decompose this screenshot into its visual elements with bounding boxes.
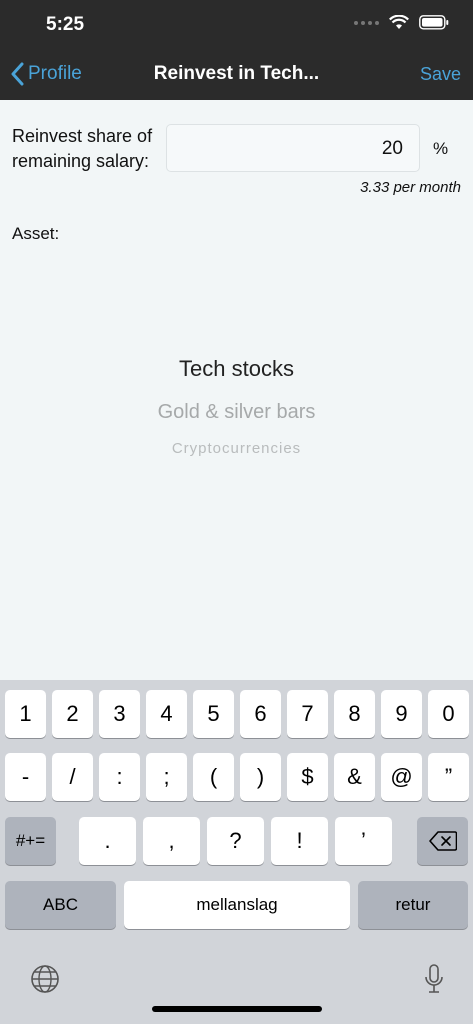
key-ampersand[interactable]: &	[334, 753, 375, 801]
key-slash[interactable]: /	[52, 753, 93, 801]
key-at[interactable]: @	[381, 753, 422, 801]
asset-option-selected[interactable]: Tech stocks	[0, 356, 473, 382]
save-button[interactable]: Save	[420, 64, 461, 85]
key-2[interactable]: 2	[52, 690, 93, 738]
return-key[interactable]: retur	[358, 881, 468, 929]
key-hyphen[interactable]: -	[5, 753, 46, 801]
delete-key[interactable]	[417, 817, 468, 865]
key-comma[interactable]: ,	[143, 817, 200, 865]
asset-option[interactable]: Cryptocurrencies	[0, 440, 473, 457]
page-title: Reinvest in Tech...	[153, 63, 320, 84]
key-exclamation[interactable]: !	[271, 817, 328, 865]
key-6[interactable]: 6	[240, 690, 281, 738]
percent-unit: %	[433, 139, 449, 158]
home-indicator	[152, 1006, 322, 1012]
status-time: 5:25	[46, 14, 85, 35]
key-1[interactable]: 1	[5, 690, 46, 738]
key-dollar[interactable]: $	[287, 753, 328, 801]
share-label: Reinvest share of remaining salary:	[12, 126, 153, 171]
asset-option[interactable]: Gold & silver bars	[0, 401, 473, 424]
per-month-text: 3.33 per month	[360, 179, 461, 196]
key-3[interactable]: 3	[99, 690, 140, 738]
key-period[interactable]: .	[79, 817, 136, 865]
key-question[interactable]: ?	[207, 817, 264, 865]
abc-key[interactable]: ABC	[5, 881, 116, 929]
microphone-icon[interactable]	[423, 963, 445, 995]
key-quote[interactable]: ”	[428, 753, 469, 801]
key-5[interactable]: 5	[193, 690, 234, 738]
status-bar: 5:25	[0, 0, 473, 48]
navigation-bar: Profile Reinvest in Tech... Save	[0, 48, 473, 100]
key-9[interactable]: 9	[381, 690, 422, 738]
key-close-paren[interactable]: )	[240, 753, 281, 801]
keyboard: 1 2 3 4 5 6 7 8 9 0 - / : ; ( ) $ & @ ” …	[0, 680, 473, 1024]
asset-label: Asset:	[12, 224, 60, 243]
backspace-icon	[428, 831, 457, 851]
battery-icon	[419, 15, 449, 30]
key-4[interactable]: 4	[146, 690, 187, 738]
key-open-paren[interactable]: (	[193, 753, 234, 801]
key-0[interactable]: 0	[428, 690, 469, 738]
cellular-signal-icon	[354, 20, 379, 25]
key-colon[interactable]: :	[99, 753, 140, 801]
space-key[interactable]: mellanslag	[124, 881, 350, 929]
key-7[interactable]: 7	[287, 690, 328, 738]
key-8[interactable]: 8	[334, 690, 375, 738]
share-input[interactable]: 20	[166, 124, 420, 172]
wifi-icon	[389, 15, 409, 29]
globe-icon[interactable]	[30, 964, 60, 994]
symbols-key[interactable]: #+=	[5, 817, 56, 865]
key-semicolon[interactable]: ;	[146, 753, 187, 801]
key-apostrophe[interactable]: ’	[335, 817, 392, 865]
